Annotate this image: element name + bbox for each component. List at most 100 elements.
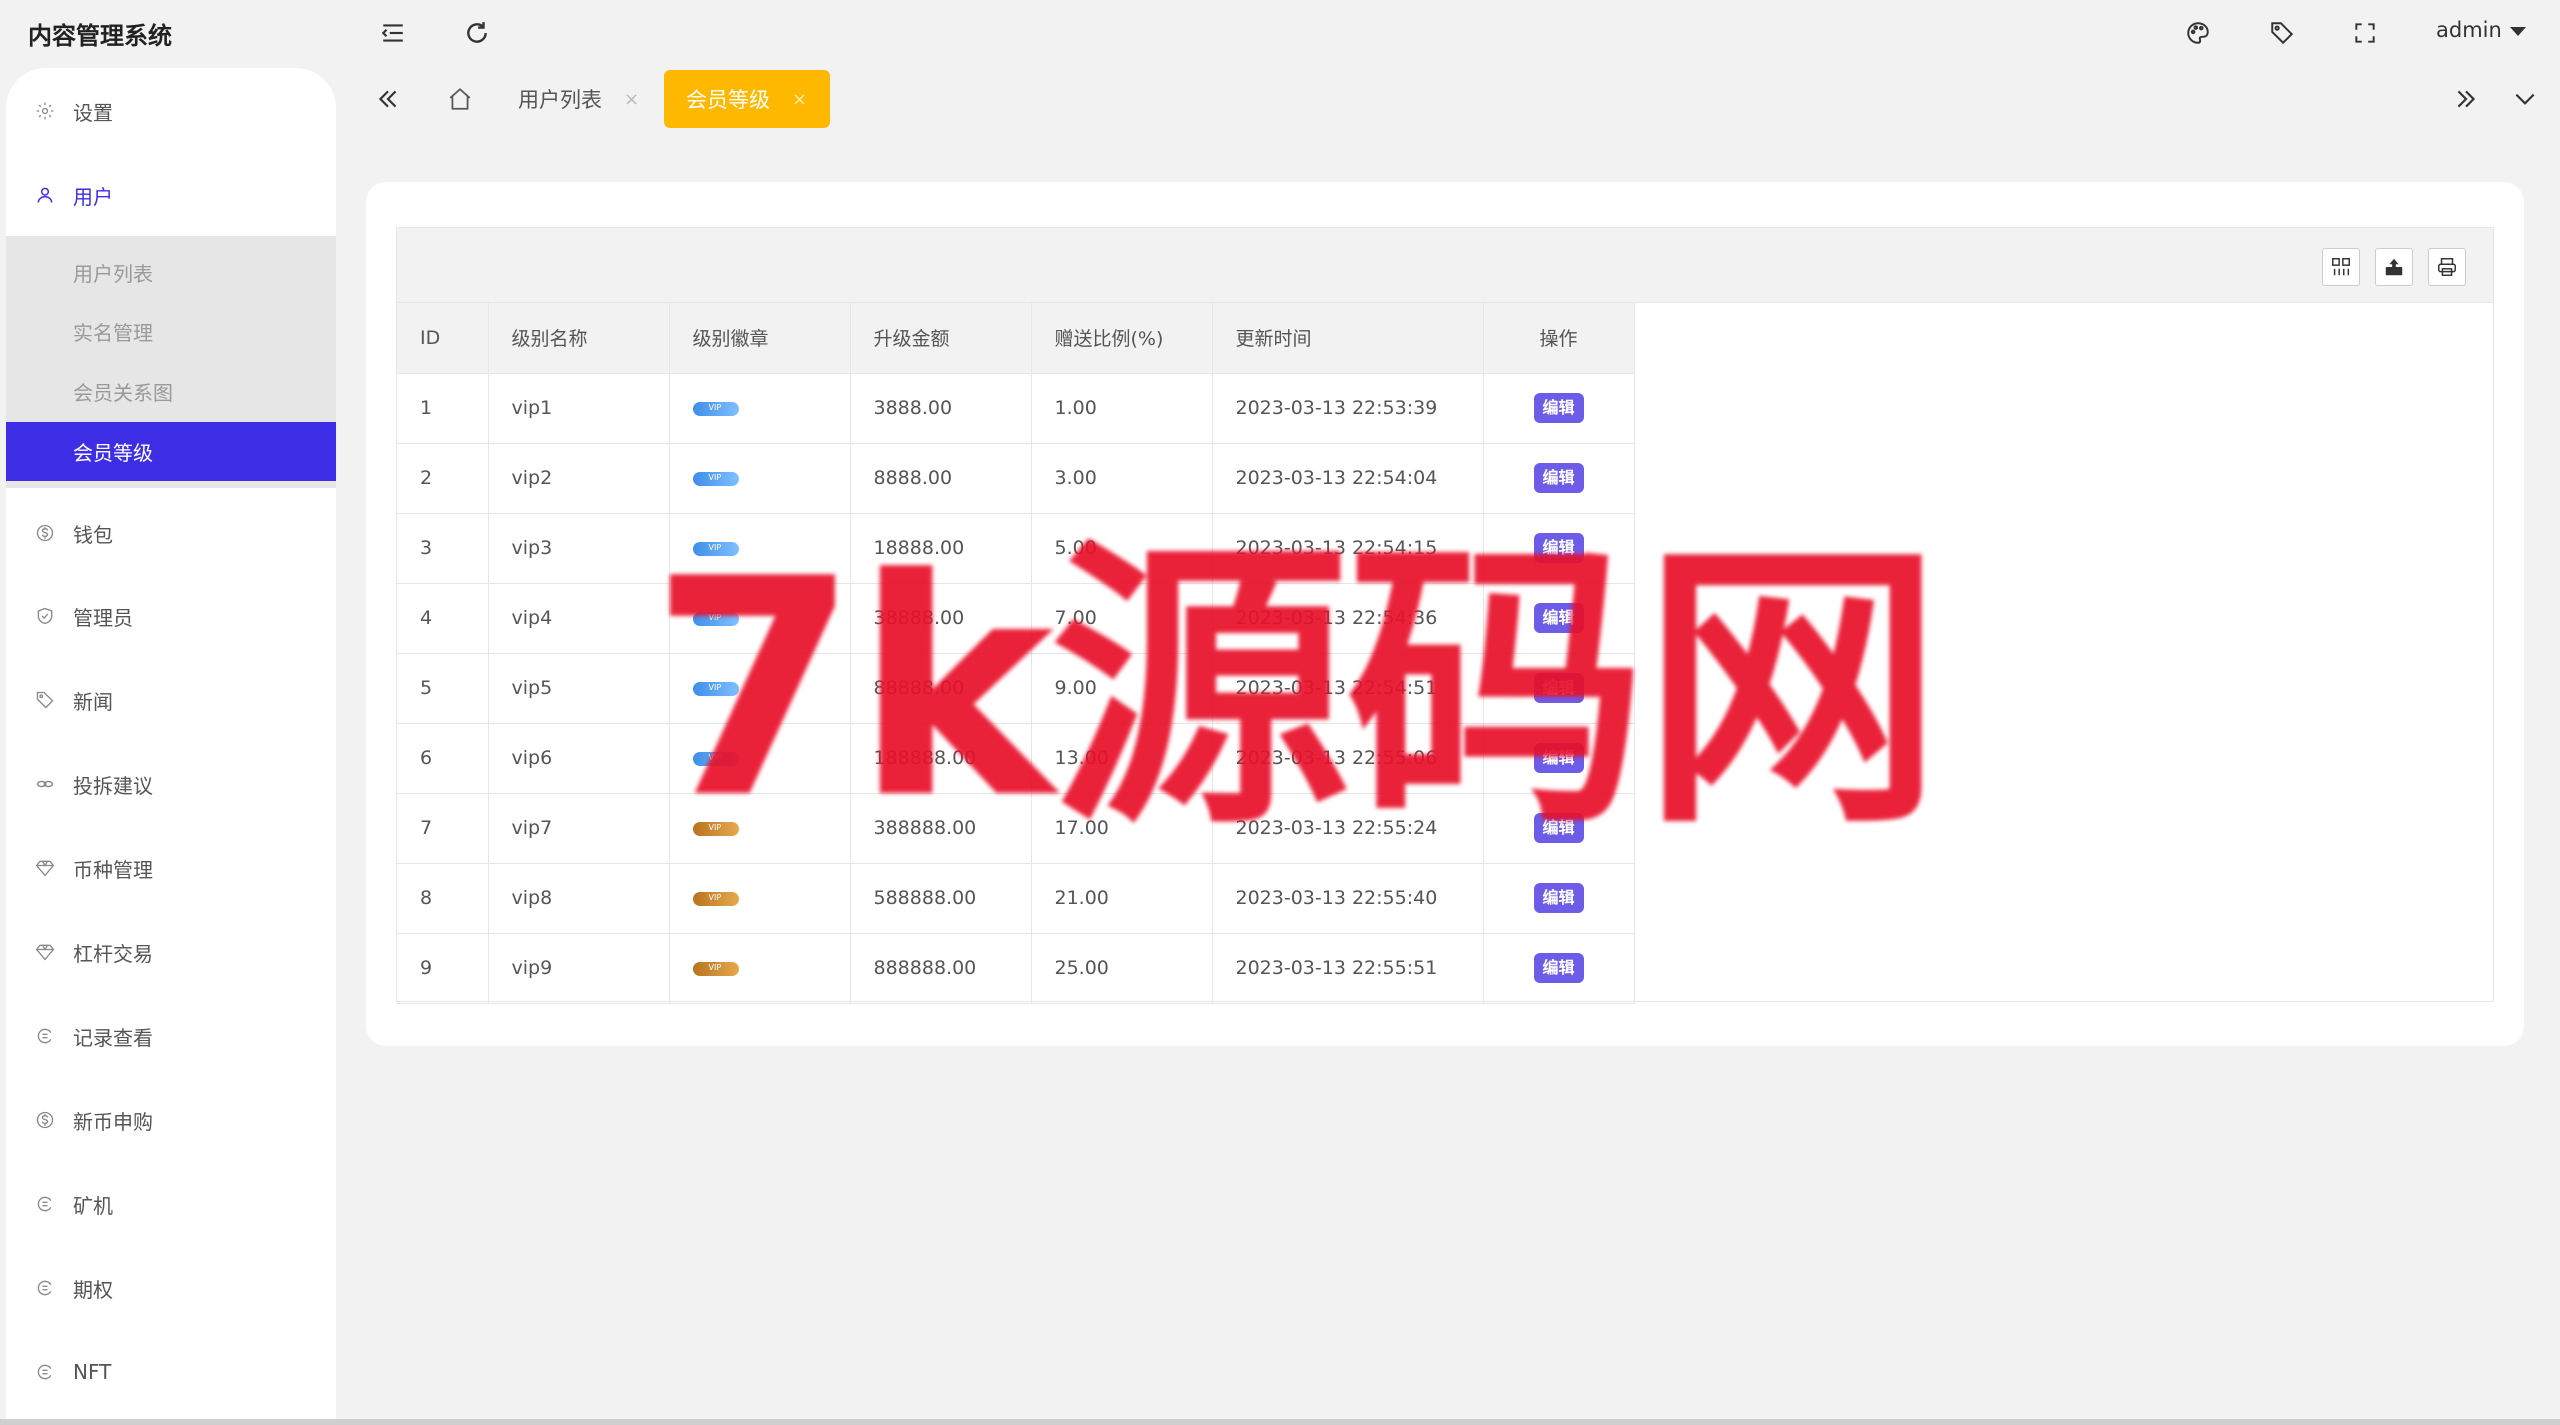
sidebar-item-label: 期权 xyxy=(73,1277,113,1302)
sidebar-item-admins[interactable]: 管理员 xyxy=(6,586,336,646)
sidebar-item-nft[interactable]: NFT xyxy=(6,1342,336,1402)
column-header-actions: 操作 xyxy=(1483,303,1635,374)
dollar-icon xyxy=(34,522,56,544)
shield-icon xyxy=(34,605,56,627)
edit-button[interactable]: 编辑 xyxy=(1533,463,1584,493)
tabs-scroll-left-icon[interactable] xyxy=(368,70,408,128)
table-row: 2 vip2 VIP 8888.00 3.00 2023-03-13 22:54:04 编辑 xyxy=(397,443,1635,514)
vip-badge-text: VIP xyxy=(708,962,722,972)
tabs-scroll-right-icon[interactable] xyxy=(2446,70,2486,128)
cell-id: 8 xyxy=(397,863,489,934)
cell-bonus-ratio: 3.00 xyxy=(1031,443,1213,514)
sidebar-item-leverage[interactable]: 杠杆交易 xyxy=(6,922,336,982)
cycle-icon xyxy=(34,1277,56,1299)
sidebar-item-label: 杠杆交易 xyxy=(73,941,153,966)
diamond-icon xyxy=(34,857,56,879)
close-icon[interactable]: × xyxy=(624,89,639,110)
cell-level-badge: VIP xyxy=(669,933,851,1004)
print-icon[interactable] xyxy=(2428,248,2466,286)
sidebar-item-label: 矿机 xyxy=(73,1193,113,1218)
tab-label: 会员等级 xyxy=(686,88,770,112)
tab-user-list[interactable]: 用户列表 × xyxy=(498,70,668,128)
sidebar-item-settings[interactable]: 设置 xyxy=(6,81,336,141)
table-header-row: ID 级别名称 级别徽章 升级金额 赠送比例(%) 更新时间 操作 xyxy=(397,303,1635,374)
cell-bonus-ratio: 1.00 xyxy=(1031,373,1213,444)
sidebar-item-feedback[interactable]: 投拆建议 xyxy=(6,754,336,814)
cell-id: 1 xyxy=(397,373,489,444)
cell-id: 2 xyxy=(397,443,489,514)
cycle-icon xyxy=(34,1193,56,1215)
vip-badge-icon: VIP xyxy=(692,961,739,976)
sidebar-item-label: 管理员 xyxy=(73,605,133,630)
submenu-item-member-level[interactable]: 会员等级 xyxy=(6,422,336,481)
columns-icon[interactable] xyxy=(2322,248,2360,286)
vip-badge-text: VIP xyxy=(708,402,722,412)
sidebar-item-news[interactable]: 新闻 xyxy=(6,670,336,730)
cell-actions: 编辑 xyxy=(1483,373,1635,444)
sidebar-item-users[interactable]: 用户 xyxy=(6,165,336,225)
cell-level-name: vip6 xyxy=(488,723,670,794)
home-icon[interactable] xyxy=(440,70,480,128)
column-header-id[interactable]: ID xyxy=(397,303,489,374)
horizontal-scrollbar[interactable] xyxy=(0,1419,2560,1425)
sidebar-item-label: 新币申购 xyxy=(73,1109,153,1134)
sidebar-item-records[interactable]: 记录查看 xyxy=(6,1006,336,1066)
edit-button[interactable]: 编辑 xyxy=(1533,393,1584,423)
sidebar-item-miner[interactable]: 矿机 xyxy=(6,1174,336,1234)
link-icon xyxy=(34,773,56,795)
sidebar-item-label: 新闻 xyxy=(73,689,113,714)
sidebar-item-currency[interactable]: 币种管理 xyxy=(6,838,336,898)
submenu-item-label: 会员关系图 xyxy=(73,381,173,405)
cell-upgrade-amount: 8888.00 xyxy=(850,443,1032,514)
submenu-item-real-name[interactable]: 实名管理 xyxy=(6,302,336,361)
chevron-down-icon[interactable] xyxy=(2505,70,2545,128)
sidebar-item-label: NFT xyxy=(73,1360,112,1384)
cell-level-name: vip4 xyxy=(488,583,670,654)
gear-icon xyxy=(34,100,56,122)
cell-level-badge: VIP xyxy=(669,373,851,444)
table-row: 1 vip1 VIP 3888.00 1.00 2023-03-13 22:53:39 编辑 xyxy=(397,373,1635,444)
cell-actions: 编辑 xyxy=(1483,933,1635,1004)
cell-upgrade-amount: 3888.00 xyxy=(850,373,1032,444)
fullscreen-icon[interactable] xyxy=(2350,18,2380,48)
vip-badge-text: VIP xyxy=(708,892,722,902)
submenu-item-user-list[interactable]: 用户列表 xyxy=(6,243,336,302)
refresh-icon[interactable] xyxy=(462,18,492,48)
tag-icon[interactable] xyxy=(2267,18,2297,48)
sidebar-item-label: 记录查看 xyxy=(73,1025,153,1050)
cell-upgrade-amount: 588888.00 xyxy=(850,863,1032,934)
cell-actions: 编辑 xyxy=(1483,863,1635,934)
diamond-icon xyxy=(34,941,56,963)
column-header-time[interactable]: 更新时间 xyxy=(1212,303,1484,374)
cell-upgrade-amount: 888888.00 xyxy=(850,933,1032,1004)
cell-id: 9 xyxy=(397,933,489,1004)
sidebar-item-new-coin[interactable]: 新币申购 xyxy=(6,1090,336,1150)
submenu-item-relation-graph[interactable]: 会员关系图 xyxy=(6,362,336,421)
sidebar-item-options[interactable]: 期权 xyxy=(6,1258,336,1318)
edit-button[interactable]: 编辑 xyxy=(1533,953,1584,983)
sidebar-item-wallet[interactable]: 钱包 xyxy=(6,503,336,563)
column-header-amount[interactable]: 升级金额 xyxy=(850,303,1032,374)
palette-icon[interactable] xyxy=(2183,18,2213,48)
user-icon xyxy=(34,184,56,206)
cell-level-badge: VIP xyxy=(669,443,851,514)
cell-level-name: vip1 xyxy=(488,373,670,444)
export-icon[interactable] xyxy=(2375,248,2413,286)
column-header-name[interactable]: 级别名称 xyxy=(488,303,670,374)
user-menu[interactable]: admin xyxy=(2436,18,2526,42)
cell-id: 6 xyxy=(397,723,489,794)
tab-member-level[interactable]: 会员等级 × xyxy=(664,70,830,128)
cycle-icon xyxy=(34,1025,56,1047)
column-header-badge[interactable]: 级别徽章 xyxy=(669,303,851,374)
table-toolbar xyxy=(396,227,2494,303)
menu-fold-icon[interactable] xyxy=(378,18,408,48)
sidebar-item-label: 投拆建议 xyxy=(73,773,153,798)
column-header-ratio[interactable]: 赠送比例(%) xyxy=(1031,303,1213,374)
vip-badge-icon: VIP xyxy=(692,891,739,906)
cell-id: 3 xyxy=(397,513,489,584)
edit-button[interactable]: 编辑 xyxy=(1533,883,1584,913)
cell-update-time: 2023-03-13 22:54:04 xyxy=(1212,443,1484,514)
close-icon[interactable]: × xyxy=(792,89,807,110)
user-name: admin xyxy=(2436,18,2502,42)
sidebar: 设置 用户 用户列表 实名管理 会员关系图 会员等级 钱包 管理员 新闻 投拆建… xyxy=(6,68,336,1425)
